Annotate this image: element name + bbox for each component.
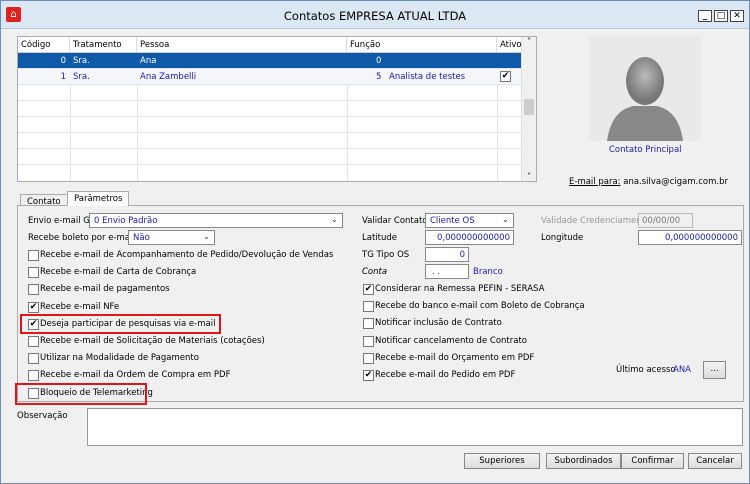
checkbox[interactable]: ✔ <box>363 284 374 295</box>
observacao-label: Observação <box>17 411 68 421</box>
checkbox-label: Recebe do banco e-mail com Boleto de Cob… <box>375 301 585 312</box>
highlight-box <box>15 383 147 405</box>
tg-tipo-os-input[interactable]: 0 <box>425 247 469 262</box>
checkbox[interactable] <box>363 301 374 313</box>
checkbox[interactable] <box>28 353 39 365</box>
boleto-label: Recebe boleto por e-mail <box>28 233 135 243</box>
cell-tratamento: Sra. <box>73 56 90 66</box>
cell-codigo: 0 <box>60 56 66 66</box>
conta-input[interactable]: . . <box>425 264 469 279</box>
checkbox-label: Recebe e-mail NFe <box>40 301 120 312</box>
maximize-button[interactable]: □ <box>714 10 728 22</box>
checkbox[interactable]: ✔ <box>363 370 374 381</box>
cancelar-button[interactable]: Cancelar <box>688 453 742 469</box>
validar-value: Cliente OS <box>430 216 475 226</box>
superiores-button[interactable]: Superiores <box>464 453 540 469</box>
checkbox-label: Recebe e-mail do Pedido em PDF <box>375 370 516 380</box>
longitude-label: Longitude <box>541 233 584 243</box>
subordinados-button[interactable]: Subordinados <box>546 453 621 469</box>
checkbox[interactable] <box>363 335 374 347</box>
photo-caption: Contato Principal <box>609 145 682 155</box>
envio-select[interactable]: 0 Envio Padrão ⌄ <box>89 213 343 228</box>
checkbox-label: Recebe e-mail de Carta de Cobrança <box>40 267 197 278</box>
boleto-select[interactable]: Não ⌄ <box>128 230 215 245</box>
observacao-textarea[interactable] <box>87 408 743 446</box>
cell-pessoa: Ana <box>140 56 157 66</box>
envio-label: Envio e-mail GS <box>28 216 96 226</box>
checkbox[interactable]: ✔ <box>28 301 39 313</box>
table-row-selected[interactable]: 0 Sra. Ana 0 <box>18 53 521 69</box>
col-pessoa[interactable]: Pessoa <box>137 37 347 53</box>
latitude-label: Latitude <box>362 233 397 243</box>
close-button[interactable]: ✕ <box>730 10 744 22</box>
tab-parametros[interactable]: Parâmetros <box>67 191 130 206</box>
checkbox[interactable] <box>28 250 39 261</box>
contacts-grid[interactable]: Código Tratamento Pessoa Função Ativo 0 … <box>17 36 537 182</box>
validar-select[interactable]: Cliente OS ⌄ <box>425 213 514 228</box>
checkbox[interactable] <box>28 267 39 279</box>
checkbox-label: Recebe e-mail de pagamentos <box>40 284 170 295</box>
confirmar-button[interactable]: Confirmar <box>621 453 684 469</box>
conta-desc: Branco <box>473 267 503 277</box>
col-tratamento[interactable]: Tratamento <box>70 37 137 53</box>
cell-codigo: 1 <box>60 72 66 82</box>
col-funcao[interactable]: Função <box>347 37 497 53</box>
longitude-input[interactable]: 0,000000000000 <box>638 230 742 245</box>
checkbox[interactable] <box>363 352 374 364</box>
checkbox-label: Notificar inclusão de Contrato <box>375 318 502 329</box>
contact-photo <box>589 36 701 141</box>
validar-label: Validar Contato <box>362 216 428 226</box>
col-ativo[interactable]: Ativo <box>497 37 522 53</box>
envio-value: 0 Envio Padrão <box>94 216 158 226</box>
ultimo-acesso-label: Último acesso <box>616 365 676 375</box>
checkbox[interactable] <box>363 318 374 330</box>
col-codigo[interactable]: Código <box>18 37 70 53</box>
checkbox-label: Utilizar na Modalidade de Pagamento <box>40 353 199 364</box>
checkbox-label: Recebe e-mail do Orçamento em PDF <box>375 352 535 363</box>
title-bar: ⌂ Contatos EMPRESA ATUAL LTDA _ □ ✕ <box>1 1 749 29</box>
cell-tratamento: Sra. <box>73 72 90 82</box>
highlight-box <box>20 314 221 334</box>
cell-funcao: Analista de testes <box>389 72 466 82</box>
grid-scrollbar[interactable]: ˄ ˅ <box>521 37 536 181</box>
ultimo-acesso-value: ANA <box>673 365 691 375</box>
email-label[interactable]: E-mail para: <box>569 177 621 187</box>
latitude-input[interactable]: 0,000000000000 <box>425 230 514 245</box>
email-value: ana.silva@cigam.com.br <box>623 177 728 187</box>
scroll-up-icon[interactable]: ˄ <box>522 37 536 46</box>
chevron-down-icon: ⌄ <box>330 215 338 225</box>
validade-input: 00/00/00 <box>638 213 693 228</box>
tg-tipo-os-label: TG Tipo OS <box>362 250 410 260</box>
chevron-down-icon: ⌄ <box>501 215 509 225</box>
checkbox-label: Recebe e-mail de Solicitação de Materiai… <box>40 336 265 346</box>
person-silhouette-icon <box>607 57 683 141</box>
cell-funcao-code: 5 <box>376 72 382 82</box>
boleto-value: Não <box>133 233 150 243</box>
cell-pessoa: Ana Zambelli <box>140 72 197 82</box>
checkbox[interactable] <box>28 284 39 296</box>
window-title: Contatos EMPRESA ATUAL LTDA <box>283 9 467 23</box>
scroll-down-icon[interactable]: ˅ <box>522 172 536 181</box>
checkbox-label: Considerar na Remessa PEFIN - SERASA <box>375 284 545 294</box>
checkbox-label: Recebe e-mail da Ordem de Compra em PDF <box>40 370 231 381</box>
checkbox[interactable] <box>28 370 39 382</box>
ativo-checkbox[interactable]: ✔ <box>500 71 511 82</box>
checkbox-label: Notificar cancelamento de Contrato <box>375 335 527 346</box>
chevron-down-icon: ⌄ <box>202 232 210 242</box>
table-row[interactable]: 1 Sra. Ana Zambelli 5 Analista de testes… <box>18 69 521 85</box>
cell-funcao-code: 0 <box>376 56 382 66</box>
conta-label: Conta <box>362 267 388 277</box>
contacts-window: ⌂ Contatos EMPRESA ATUAL LTDA _ □ ✕ Códi… <box>0 0 750 484</box>
minimize-button[interactable]: _ <box>698 10 712 22</box>
checkbox[interactable] <box>28 336 39 347</box>
checkbox-label: Recebe e-mail de Acompanhamento de Pedid… <box>40 250 334 260</box>
validade-label: Validade Credenciamento <box>541 216 651 226</box>
more-button[interactable]: ... <box>703 361 726 379</box>
